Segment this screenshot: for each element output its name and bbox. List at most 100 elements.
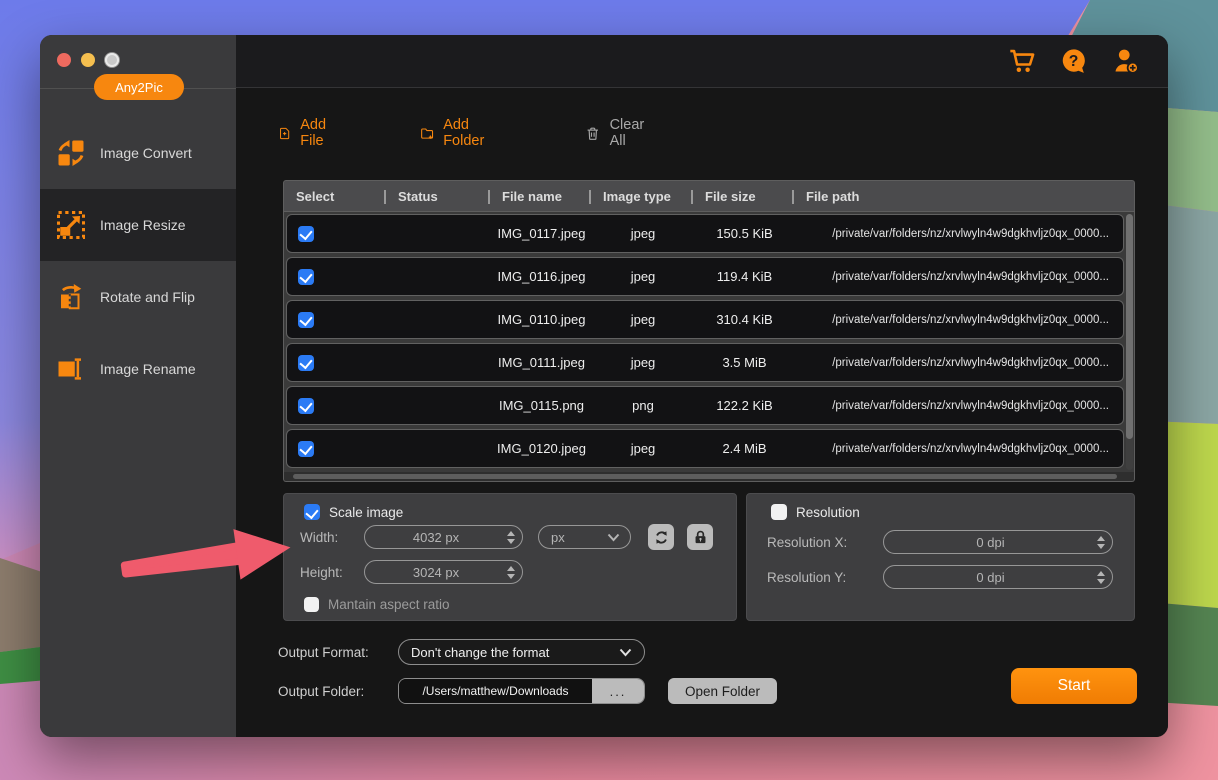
chevron-down-icon [619, 645, 632, 660]
row-image-type: jpeg [592, 301, 694, 338]
image-convert-icon [56, 138, 86, 168]
row-file-name: IMG_0120.jpeg [491, 430, 592, 467]
close-window-button[interactable] [57, 53, 71, 67]
svg-text:?: ? [1069, 53, 1079, 70]
start-button[interactable]: Start [1011, 668, 1137, 704]
sidebar-item-image-convert[interactable]: Image Convert [40, 117, 236, 189]
scale-image-checkbox[interactable] [304, 504, 320, 520]
resolution-panel: Resolution Resolution X: 0 dpi Resolutio… [746, 493, 1135, 621]
row-file-path: /private/var/folders/nz/xrvlwyln4w9dgkhv… [795, 301, 1123, 338]
row-file-name: IMG_0110.jpeg [491, 301, 592, 338]
maintain-aspect-label: Mantain aspect ratio [328, 597, 450, 612]
open-folder-button[interactable]: Open Folder [668, 678, 777, 704]
width-label: Width: [300, 530, 338, 545]
sidebar-item-label: Rotate and Flip [100, 289, 195, 305]
resolution-checkbox[interactable] [771, 504, 787, 520]
minimize-window-button[interactable] [81, 53, 95, 67]
output-folder-group: /Users/matthew/Downloads ... [398, 678, 645, 704]
output-format-dropdown[interactable]: Don't change the format [398, 639, 645, 665]
trash-icon [585, 123, 601, 144]
header-status: Status [386, 181, 490, 211]
account-add-icon[interactable] [1112, 47, 1140, 75]
height-label: Height: [300, 565, 343, 580]
row-select-checkbox[interactable] [298, 355, 314, 371]
chevron-down-icon [607, 530, 620, 545]
row-status [387, 430, 491, 467]
row-file-name: IMG_0117.jpeg [491, 215, 592, 252]
row-select-checkbox[interactable] [298, 269, 314, 285]
header-image-type: Image type [591, 181, 693, 211]
row-file-name: IMG_0116.jpeg [491, 258, 592, 295]
add-folder-button[interactable]: Add Folder [420, 119, 491, 147]
row-select-checkbox[interactable] [298, 226, 314, 242]
row-status [387, 387, 491, 424]
row-image-type: jpeg [592, 344, 694, 381]
width-input[interactable]: 4032 px [364, 525, 523, 549]
row-file-path: /private/var/folders/nz/xrvlwyln4w9dgkhv… [795, 258, 1123, 295]
row-select-checkbox[interactable] [298, 398, 314, 414]
output-format-label: Output Format: [278, 639, 369, 665]
resolution-x-stepper[interactable] [1097, 536, 1105, 549]
resolution-y-label: Resolution Y: [767, 570, 846, 585]
header-file-name: File name [490, 181, 591, 211]
height-stepper[interactable] [507, 566, 515, 579]
table-row[interactable]: IMG_0115.png png 122.2 KiB /private/var/… [286, 386, 1124, 425]
row-file-name: IMG_0115.png [491, 387, 592, 424]
height-input[interactable]: 3024 px [364, 560, 523, 584]
resolution-y-input[interactable]: 0 dpi [883, 565, 1113, 589]
image-rename-icon [56, 354, 86, 384]
zoom-window-button[interactable] [105, 53, 119, 67]
horizontal-scrollbar[interactable] [283, 472, 1135, 482]
resolution-label: Resolution [796, 505, 860, 520]
table-row[interactable]: IMG_0111.jpeg jpeg 3.5 MiB /private/var/… [286, 343, 1124, 382]
row-select-checkbox[interactable] [298, 312, 314, 328]
resolution-y-stepper[interactable] [1097, 571, 1105, 584]
header-file-size: File size [693, 181, 794, 211]
help-icon[interactable]: ? [1060, 47, 1088, 75]
row-select-checkbox[interactable] [298, 441, 314, 457]
row-image-type: jpeg [592, 215, 694, 252]
titlebar: ? [236, 35, 1168, 88]
row-file-path: /private/var/folders/nz/xrvlwyln4w9dgkhv… [795, 215, 1123, 252]
sidebar-item-image-rename[interactable]: Image Rename [40, 333, 236, 405]
table-row[interactable]: IMG_0117.jpeg jpeg 150.5 KiB /private/va… [286, 214, 1124, 253]
row-file-path: /private/var/folders/nz/xrvlwyln4w9dgkhv… [795, 387, 1123, 424]
sidebar-item-rotate-and-flip[interactable]: Rotate and Flip [40, 261, 236, 333]
row-file-size: 122.2 KiB [694, 387, 795, 424]
row-file-size: 3.5 MiB [694, 344, 795, 381]
add-file-icon [278, 123, 291, 144]
maintain-aspect-checkbox[interactable] [304, 597, 319, 612]
clear-all-button[interactable]: Clear All [585, 119, 650, 147]
table-row[interactable]: IMG_0120.jpeg jpeg 2.4 MiB /private/var/… [286, 429, 1124, 468]
scale-image-label: Scale image [329, 505, 403, 520]
screen: Any2Pic Image Convert [0, 0, 1218, 780]
lock-aspect-button[interactable] [687, 524, 713, 550]
unit-dropdown[interactable]: px [538, 525, 631, 549]
browse-folder-button[interactable]: ... [592, 679, 644, 703]
row-file-size: 310.4 KiB [694, 301, 795, 338]
image-resize-icon [56, 210, 86, 240]
vertical-scrollbar[interactable] [1126, 214, 1133, 470]
rotate-flip-icon [56, 282, 86, 312]
width-stepper[interactable] [507, 531, 515, 544]
sidebar-item-label: Image Convert [100, 145, 192, 161]
cart-icon[interactable] [1008, 47, 1036, 75]
swap-dimensions-button[interactable] [648, 524, 674, 550]
sidebar: Any2Pic Image Convert [40, 35, 236, 737]
row-file-path: /private/var/folders/nz/xrvlwyln4w9dgkhv… [795, 344, 1123, 381]
resolution-x-input[interactable]: 0 dpi [883, 530, 1113, 554]
output-folder-input[interactable]: /Users/matthew/Downloads [399, 679, 592, 703]
lock-icon [692, 529, 709, 546]
row-file-name: IMG_0111.jpeg [491, 344, 592, 381]
table-row[interactable]: IMG_0110.jpeg jpeg 310.4 KiB /private/va… [286, 300, 1124, 339]
row-status [387, 344, 491, 381]
add-file-button[interactable]: Add File [278, 119, 334, 147]
sidebar-nav: Image Convert Image Resize [40, 117, 236, 405]
add-folder-label: Add Folder [443, 117, 491, 149]
table-row[interactable]: IMG_0116.jpeg jpeg 119.4 KiB /private/va… [286, 257, 1124, 296]
sidebar-item-image-resize[interactable]: Image Resize [40, 189, 236, 261]
refresh-icon [653, 529, 670, 546]
file-table: Select Status File name Image type File … [283, 180, 1135, 482]
header-file-path: File path [794, 181, 1134, 211]
row-status [387, 258, 491, 295]
